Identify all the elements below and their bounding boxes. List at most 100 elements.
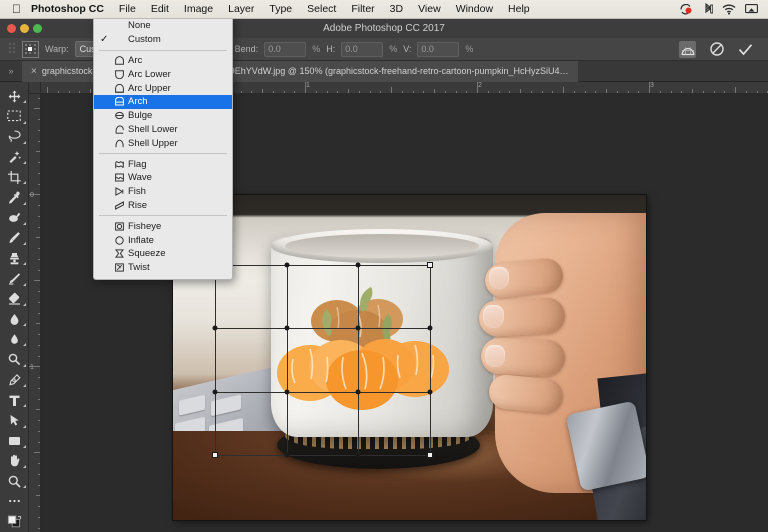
h-distortion-label: H: [326,44,335,54]
commit-transform-icon[interactable] [737,41,754,58]
hand-tool[interactable] [1,451,28,471]
foreground-background-color[interactable] [1,512,28,532]
lasso-tool[interactable] [1,127,28,147]
cancel-transform-icon[interactable] [708,41,725,58]
blur-tool[interactable] [1,329,28,349]
brush-tool[interactable] [1,228,28,248]
warp-control-point[interactable] [213,389,218,394]
warp-menu-item-arc[interactable]: Arc [94,54,232,68]
screen-recording-icon[interactable] [680,4,694,15]
warp-grid-line-vertical[interactable] [430,265,431,455]
warp-menu-item-wave[interactable]: Wave [94,171,232,185]
warp-control-point[interactable] [284,263,289,268]
menu-item-help[interactable]: Help [501,3,538,15]
menu-item-window[interactable]: Window [448,3,500,15]
bluetooth-icon[interactable] [703,3,713,15]
path-selection-tool[interactable] [1,410,28,430]
pen-tool[interactable] [1,370,28,390]
airplay-display-icon[interactable] [745,4,758,15]
warp-menu-item-rise[interactable]: Rise [94,199,232,213]
menu-item-select[interactable]: Select [300,3,344,15]
warp-corner-handle[interactable] [427,262,433,268]
dodge-tool[interactable] [1,349,28,369]
spot-healing-brush-tool[interactable] [1,208,28,228]
ruler-tick [402,91,403,94]
menu-item-file[interactable]: File [111,3,143,15]
warp-menu-item-twist[interactable]: Twist [94,261,232,275]
warp-menu-item-fish[interactable]: Fish [94,185,232,199]
warp-menu-item-arc-lower[interactable]: Arc Lower [94,67,232,81]
reference-point-selector[interactable] [22,41,39,58]
warp-menu-item-squeeze[interactable]: Squeeze [94,247,232,261]
menu-item-image[interactable]: Image [176,3,220,15]
warp-menu-item-inflate[interactable]: Inflate [94,233,232,247]
warp-grid-line-horizontal[interactable] [215,455,430,456]
rectangular-marquee-tool[interactable] [1,106,28,126]
warp-control-point[interactable] [284,453,289,458]
menu-item-type[interactable]: Type [262,3,300,15]
options-bar-gripper[interactable] [8,42,16,56]
warp-grid-line-horizontal[interactable] [215,392,430,393]
warp-control-point[interactable] [356,389,361,394]
vertical-ruler[interactable]: 01 [29,94,41,532]
move-tool[interactable] [1,86,28,106]
warp-control-point[interactable] [284,389,289,394]
toggle-warp-icon[interactable] [679,41,696,58]
quick-selection-tool[interactable] [1,147,28,167]
ruler-tick [79,91,80,94]
warp-menu-item-flag[interactable]: Flag [94,157,232,171]
h-distortion-input[interactable]: 0.0 [341,42,383,57]
apple-logo-icon[interactable]:  [12,3,21,15]
warp-transform-grid[interactable] [215,265,430,455]
horizontal-type-tool[interactable] [1,390,28,410]
menu-item-view[interactable]: View [411,3,449,15]
warp-menu-item-none[interactable]: None [94,19,232,33]
warp-grid-line-vertical[interactable] [287,265,288,455]
warp-control-point[interactable] [213,326,218,331]
history-brush-tool[interactable] [1,268,28,288]
warp-grid-line-horizontal[interactable] [215,265,430,266]
ruler-tick [38,98,41,99]
ruler-tick [38,141,41,142]
warp-menu-item-shell-upper[interactable]: Shell Upper [94,136,232,150]
warp-control-point[interactable] [428,326,433,331]
zoom-tool[interactable] [1,471,28,491]
warp-grid-line-vertical[interactable] [358,265,359,455]
warp-menu-item-fisheye[interactable]: Fisheye [94,219,232,233]
warp-menu-item-shell-lower[interactable]: Shell Lower [94,123,232,137]
warp-control-point[interactable] [356,263,361,268]
warp-control-point[interactable] [356,326,361,331]
v-distortion-input[interactable]: 0.0 [417,42,459,57]
warp-control-point[interactable] [428,389,433,394]
tab-overflow-icon[interactable]: » [0,66,22,76]
bend-input[interactable]: 0.0 [264,42,306,57]
eraser-tool[interactable] [1,289,28,309]
warp-menu-item-custom[interactable]: ✓Custom [94,33,232,47]
warp-control-point[interactable] [284,326,289,331]
warp-menu-item-arch[interactable]: Arch [94,95,232,109]
warp-style-menu[interactable]: None✓Custom ArcArc LowerArc UpperArchBulg… [93,15,233,280]
wifi-icon[interactable] [722,4,736,15]
menu-item-photoshop-cc[interactable]: Photoshop CC [31,3,111,15]
clone-stamp-tool[interactable] [1,248,28,268]
edit-toolbar-button[interactable] [1,491,28,511]
menu-item-layer[interactable]: Layer [221,3,262,15]
warp-grid-line-vertical[interactable] [215,265,216,455]
gradient-tool[interactable] [1,309,28,329]
rectangle-tool[interactable] [1,431,28,451]
warp-grid-line-horizontal[interactable] [215,328,430,329]
warp-arc-upper-icon [113,84,125,93]
document-canvas[interactable] [173,195,646,520]
warp-corner-handle[interactable] [427,452,433,458]
warp-menu-item-arc-upper[interactable]: Arc Upper [94,81,232,95]
ruler-tick [638,91,639,94]
menu-item-3d[interactable]: 3D [382,3,410,15]
warp-control-point[interactable] [356,453,361,458]
warp-corner-handle[interactable] [212,452,218,458]
menu-item-filter[interactable]: Filter [344,3,382,15]
crop-tool[interactable] [1,167,28,187]
menu-item-edit[interactable]: Edit [143,3,176,15]
close-icon[interactable]: × [31,66,37,77]
warp-menu-item-bulge[interactable]: Bulge [94,109,232,123]
eyedropper-tool[interactable] [1,187,28,207]
